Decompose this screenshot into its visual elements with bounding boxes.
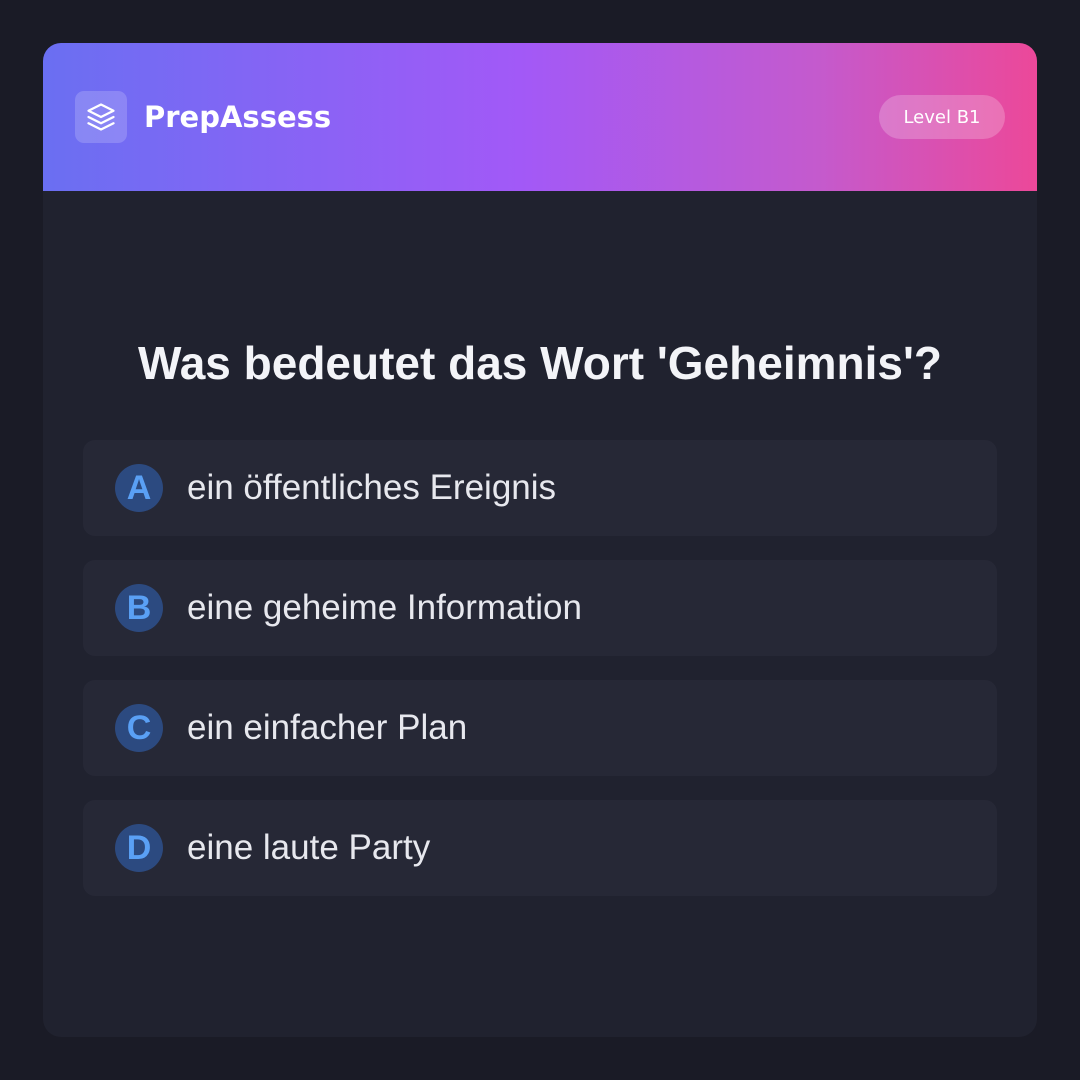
- option-letter: B: [115, 584, 163, 632]
- option-text: eine geheime Information: [187, 588, 582, 627]
- logo: [75, 91, 127, 143]
- option-letter: D: [115, 824, 163, 872]
- option-text: ein einfacher Plan: [187, 708, 468, 747]
- layers-icon: [87, 103, 115, 131]
- answer-option-b[interactable]: B eine geheime Information: [83, 560, 997, 656]
- answer-options: A ein öffentliches Ereignis B eine gehei…: [83, 440, 997, 920]
- answer-option-d[interactable]: D eine laute Party: [83, 800, 997, 896]
- option-text: ein öffentliches Ereignis: [187, 468, 557, 507]
- level-badge: Level B1: [879, 95, 1005, 139]
- answer-option-c[interactable]: C ein einfacher Plan: [83, 680, 997, 776]
- brand-name: PrepAssess: [144, 100, 332, 134]
- answer-option-a[interactable]: A ein öffentliches Ereignis: [83, 440, 997, 536]
- option-text: eine laute Party: [187, 828, 431, 867]
- question-text: Was bedeutet das Wort 'Geheimnis'?: [137, 337, 942, 389]
- option-letter: A: [115, 464, 163, 512]
- option-letter: C: [115, 704, 163, 752]
- quiz-card: PrepAssess Level B1 Was bedeutet das Wor…: [43, 43, 1037, 1037]
- quiz-header: PrepAssess Level B1: [43, 43, 1037, 191]
